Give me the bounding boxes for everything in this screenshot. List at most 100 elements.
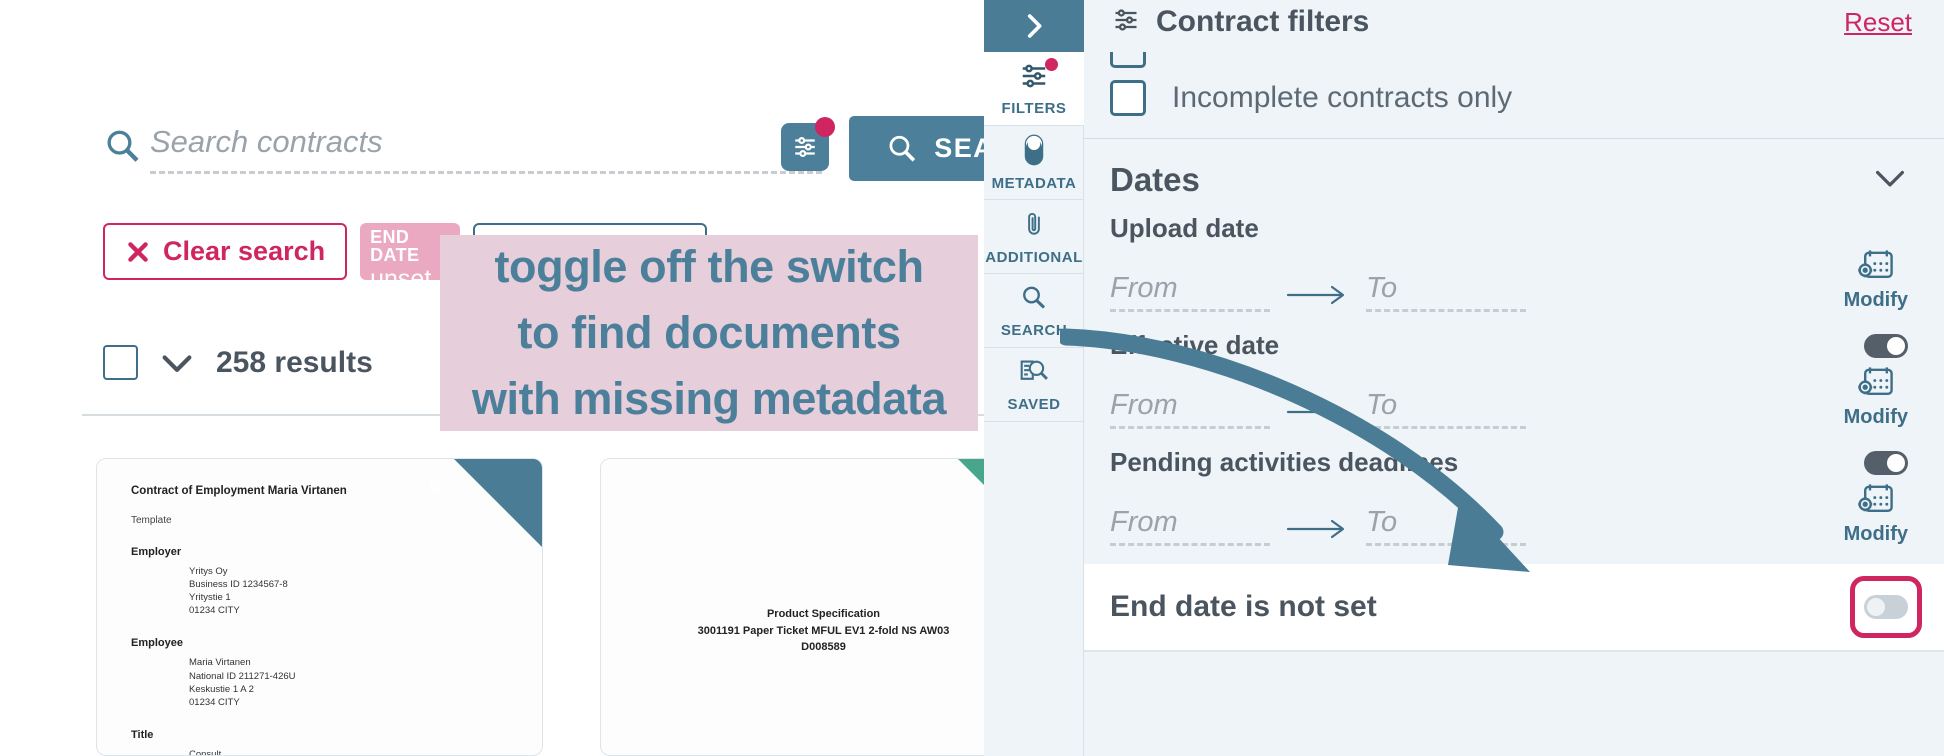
- doc-title-heading: Title: [131, 728, 154, 741]
- effective-date-inputs: Modify: [1110, 365, 1908, 429]
- end-date-not-set-toggle[interactable]: [1864, 595, 1908, 619]
- chevron-down-icon[interactable]: [160, 352, 194, 374]
- highlight-ring: [1850, 576, 1922, 638]
- doc-center-line: Product Specification: [766, 608, 881, 620]
- upload-date-to-input[interactable]: [1366, 272, 1526, 305]
- pending-to-wrap: [1366, 506, 1526, 546]
- reset-filters-link[interactable]: Reset: [1844, 7, 1912, 38]
- results-count: 258 results: [216, 345, 373, 379]
- instruction-callout: toggle off the switch to find documents …: [440, 235, 978, 431]
- rail-item-additional[interactable]: ADDITIONAL: [984, 200, 1084, 274]
- rail-label: ADDITIONAL: [985, 248, 1083, 266]
- date-filter-label: Pending activities deadlines: [1110, 447, 1459, 477]
- clear-search-label: Clear search: [163, 236, 326, 266]
- effective-date-to-input[interactable]: [1366, 389, 1526, 422]
- doc-template-label: Template: [131, 515, 172, 526]
- callout-line: to find documents: [517, 307, 901, 359]
- paperclip-icon: [1021, 208, 1047, 245]
- rail-item-metadata[interactable]: METADATA: [984, 126, 1084, 200]
- search-field-wrap: [150, 118, 822, 174]
- results-summary-row: 258 results: [103, 345, 373, 380]
- doc-employer-heading: Employer: [131, 546, 182, 558]
- date-filter-upload: Upload date From To Modify: [1084, 213, 1944, 312]
- arrow-right-icon: [1270, 284, 1366, 312]
- effective-date-from-input[interactable]: [1110, 389, 1270, 422]
- pending-from-wrap: [1110, 506, 1270, 546]
- select-all-checkbox[interactable]: [103, 345, 138, 380]
- incomplete-contracts-checkbox[interactable]: [1110, 80, 1146, 116]
- doc-center-line: 3001191 Paper Ticket MFUL EV1 2-fold NS …: [697, 624, 950, 637]
- rail-item-search[interactable]: SEARCH: [984, 274, 1084, 348]
- contract-filters-panel: Contract filters Reset Incomplete contra…: [1084, 0, 1944, 756]
- saved-search-icon: [1018, 357, 1050, 392]
- modify-label: Modify: [1843, 523, 1908, 545]
- rail-item-filters[interactable]: FILTERS: [984, 52, 1084, 126]
- dates-section-header[interactable]: Dates: [1084, 139, 1944, 213]
- date-filter-effective: Effective date From To Modify: [1084, 330, 1944, 429]
- pending-to-input[interactable]: [1366, 506, 1526, 539]
- calendar-gear-icon: [1856, 365, 1896, 406]
- effective-date-to-wrap: [1366, 389, 1526, 429]
- pending-from-input[interactable]: [1110, 506, 1270, 539]
- date-filter-label: Effective date: [1110, 330, 1280, 360]
- date-filter-pending: Pending activities deadlines From To Mod…: [1084, 447, 1944, 546]
- doc-employee-heading: Employee: [131, 637, 183, 650]
- callout-line: toggle off the switch: [494, 241, 924, 293]
- sliders-icon: [795, 137, 815, 157]
- upload-date-label-row: Upload date: [1110, 213, 1908, 244]
- doc-employee-lines: Maria Virtanen National ID 211271-426U K…: [189, 657, 296, 708]
- chevron-right-icon: [1027, 14, 1042, 38]
- doc-employer-lines: Yritys Oy Business ID 1234567-8 Yritysti…: [189, 566, 288, 617]
- rail-label: SAVED: [1007, 395, 1061, 413]
- end-date-not-set-label: End date is not set: [1110, 590, 1377, 623]
- chip-key: END DATE: [370, 227, 420, 265]
- scrolled-checkbox-partial: [1110, 52, 1146, 68]
- panel-title: Contract filters: [1156, 5, 1370, 38]
- pending-deadlines-toggle[interactable]: [1864, 450, 1908, 475]
- upload-date-to-wrap: [1366, 272, 1526, 312]
- effective-date-toggle[interactable]: [1864, 333, 1908, 358]
- sliders-icon: [1110, 6, 1142, 39]
- toggle-pill-icon: [1023, 134, 1045, 171]
- search-row: [100, 118, 822, 174]
- pending-deadlines-inputs: Modify: [1110, 482, 1908, 546]
- sliders-icon: [1016, 57, 1058, 96]
- arrow-right-icon: [1270, 401, 1366, 429]
- magnifier-icon: [1019, 283, 1049, 318]
- incomplete-contracts-label: Incomplete contracts only: [1172, 81, 1513, 114]
- magnifier-icon: [100, 124, 144, 168]
- filter-toggle-button[interactable]: [781, 117, 835, 171]
- calendar-gear-icon: [1856, 482, 1896, 523]
- filters-badge-dot: [1045, 57, 1058, 71]
- chevron-down-icon[interactable]: [1872, 167, 1908, 194]
- dates-section-title: Dates: [1110, 161, 1200, 198]
- rail-label: METADATA: [991, 174, 1077, 192]
- upload-date-from-input[interactable]: [1110, 272, 1270, 305]
- effective-date-label-row: Effective date: [1110, 330, 1908, 361]
- upload-date-inputs: Modify: [1110, 248, 1908, 312]
- chip-value: unset: [370, 265, 432, 293]
- filter-icon-rail: FILTERS METADATA ADDITIONAL SEARCH SAVED: [984, 0, 1084, 756]
- divider: [1084, 650, 1944, 652]
- effective-date-modify-button[interactable]: Modify: [1844, 365, 1908, 429]
- clear-search-button[interactable]: Clear search: [103, 223, 348, 280]
- doc-title-value: Consult: [189, 748, 222, 756]
- pending-deadlines-label-row: Pending activities deadlines: [1110, 447, 1908, 478]
- search-input[interactable]: [150, 123, 822, 166]
- rail-item-saved[interactable]: SAVED: [984, 348, 1084, 422]
- doc-center-line: D008589: [801, 641, 846, 653]
- incomplete-contracts-row[interactable]: Incomplete contracts only: [1084, 68, 1944, 138]
- pending-deadlines-modify-button[interactable]: Modify: [1844, 482, 1908, 546]
- collapse-panel-button[interactable]: [984, 0, 1084, 52]
- effective-date-from-wrap: [1110, 389, 1270, 429]
- upload-date-modify-button[interactable]: Modify: [1844, 248, 1908, 312]
- callout-line: with missing metadata: [471, 372, 947, 424]
- x-icon: [128, 241, 148, 262]
- modify-label: Modify: [1843, 406, 1908, 428]
- upload-date-from-wrap: [1110, 272, 1270, 312]
- calendar-gear-icon: [1856, 248, 1896, 289]
- modify-label: Modify: [1843, 289, 1908, 311]
- rail-label: SEARCH: [1000, 321, 1068, 339]
- filter-badge-dot: [815, 117, 835, 137]
- end-date-not-set-row[interactable]: End date is not set: [1084, 564, 1944, 650]
